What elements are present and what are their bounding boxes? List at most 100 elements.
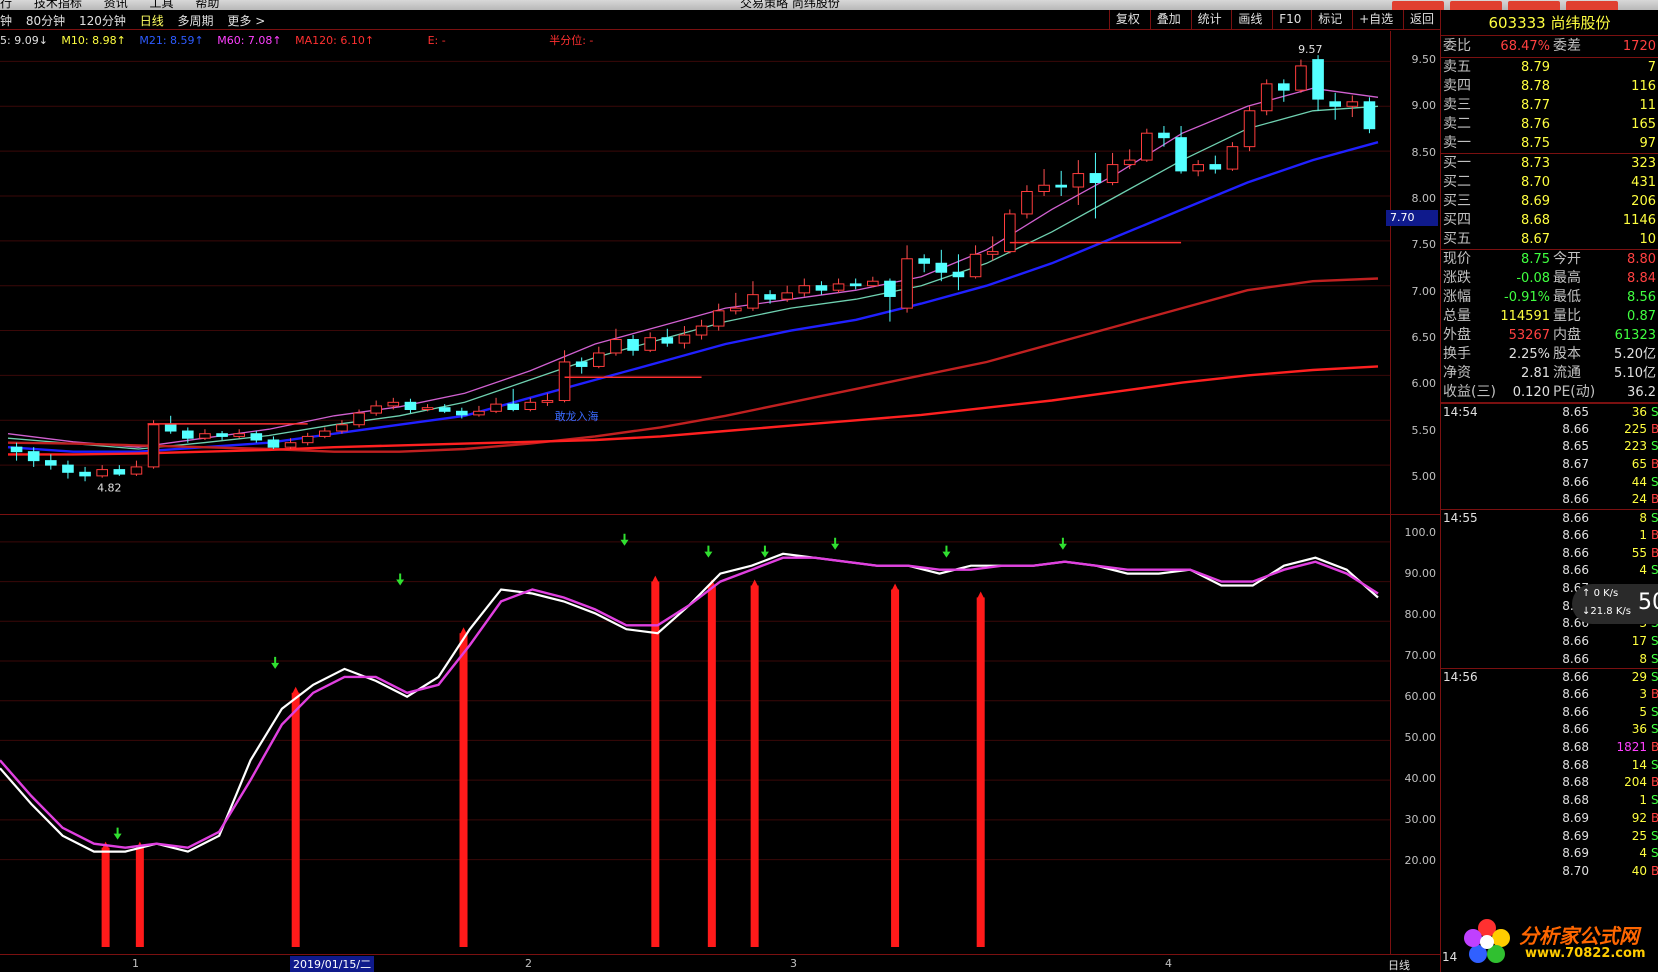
tick-volume: 5 bbox=[1639, 704, 1647, 719]
tab-80min[interactable]: 80分钟 bbox=[26, 14, 65, 28]
tick-side: S bbox=[1651, 704, 1658, 719]
tick-volume: 3 bbox=[1639, 687, 1647, 701]
overlay-button[interactable]: 叠加 bbox=[1149, 10, 1187, 30]
tick-row: 8.66 44 S bbox=[1441, 474, 1658, 492]
tick-time: 14:54 bbox=[1443, 405, 1478, 419]
tick-price: 8.68 bbox=[1562, 740, 1589, 755]
tab-more[interactable]: 更多 > bbox=[227, 14, 265, 28]
sell-level-label: 卖一 bbox=[1443, 135, 1471, 151]
tick-volume: 1 bbox=[1639, 527, 1647, 542]
candle-body bbox=[918, 258, 930, 264]
candle-body bbox=[490, 403, 502, 412]
stat-row: 总量 114591 量比 0.87 bbox=[1441, 307, 1658, 326]
tick-volume: 24 bbox=[1631, 492, 1647, 507]
mark-button[interactable]: 标记 bbox=[1311, 10, 1348, 30]
indicator-chart[interactable] bbox=[0, 514, 1440, 949]
network-speed-widget[interactable]: ↑ 0 K/s ↓21.8 K/s 50 bbox=[1572, 584, 1658, 624]
green-arrow-icon bbox=[831, 537, 840, 550]
menu-item[interactable]: 工具 bbox=[150, 0, 174, 10]
candle-body bbox=[27, 451, 40, 462]
stat-row-label2: 内盘 bbox=[1553, 327, 1581, 343]
tick-price: 8.69 bbox=[1562, 846, 1589, 861]
buy-level-value: 8.73 bbox=[1521, 156, 1550, 171]
candle-body bbox=[1363, 101, 1376, 130]
tick-volume: 65 bbox=[1631, 457, 1647, 472]
tick-side: B bbox=[1651, 545, 1658, 563]
zone-label: 敢龙入海 bbox=[555, 409, 599, 423]
candle-body bbox=[1243, 110, 1256, 148]
candle-body bbox=[781, 292, 793, 300]
menu-item[interactable]: 资讯 bbox=[104, 0, 128, 10]
draw-line-button[interactable]: 画线 bbox=[1231, 10, 1268, 30]
tick-volume: 36 bbox=[1631, 405, 1647, 419]
sell-level: 卖五 8.79 7 bbox=[1441, 58, 1658, 77]
sell-level-value: 8.76 bbox=[1521, 117, 1550, 132]
watermark-name: 分析家公式网 bbox=[1519, 924, 1639, 948]
tab-multi-period[interactable]: 多周期 bbox=[178, 14, 214, 28]
tick-row: 8.66 3B bbox=[1441, 686, 1658, 704]
green-arrow-icon bbox=[704, 545, 713, 558]
restore-rights-button[interactable]: 复权 bbox=[1108, 10, 1146, 30]
sell-level-value: 8.75 bbox=[1521, 136, 1550, 151]
stat-row-value2: 36.2 bbox=[1627, 385, 1656, 400]
ma5-label: 5: 9.09↓ bbox=[0, 34, 48, 47]
tick-side: S bbox=[1651, 439, 1658, 454]
statistics-button[interactable]: 统计 bbox=[1190, 10, 1228, 30]
candle-body bbox=[1123, 159, 1136, 166]
price-chart[interactable]: 9.57 4.82 敢龙入海 bbox=[0, 31, 1440, 520]
back-button[interactable]: 返回 bbox=[1402, 10, 1440, 30]
candle-body bbox=[267, 439, 280, 448]
candle-body bbox=[1260, 83, 1273, 112]
stat-row-label: 现价 bbox=[1443, 251, 1471, 267]
upload-speed: ↑ 0 K/s bbox=[1582, 588, 1619, 599]
signal-bar-arrow bbox=[891, 583, 900, 592]
indicator-tick: 70.00 bbox=[1404, 649, 1437, 662]
buy-level-value: 8.70 bbox=[1521, 175, 1550, 190]
indicator-tick: 40.00 bbox=[1404, 772, 1437, 785]
candle-body bbox=[661, 337, 674, 344]
tick-list[interactable]: 14:54 8.65 36 S 8.66 225 B 8.65 223 S 8.67 65 B 8.66 4… bbox=[1441, 402, 1658, 881]
candle-body bbox=[849, 283, 862, 287]
tab-period[interactable]: 钟 bbox=[0, 14, 12, 28]
menu-item[interactable]: 技术指标 bbox=[34, 0, 82, 10]
signal-bar-arrow bbox=[651, 575, 660, 584]
green-arrow-icon bbox=[760, 545, 769, 558]
tick-volume: 36 bbox=[1631, 722, 1647, 737]
ma-line bbox=[7, 87, 1379, 448]
buy-level-value: 8.69 bbox=[1521, 194, 1550, 209]
tick-side: B bbox=[1651, 491, 1658, 509]
price-tick: 8.00 bbox=[1411, 192, 1437, 205]
price-tick: 9.50 bbox=[1411, 53, 1437, 66]
menu-item[interactable]: 行 bbox=[0, 0, 12, 10]
tick-side: S bbox=[1651, 670, 1658, 685]
tick-row: 8.69 25 S bbox=[1441, 828, 1658, 846]
candle-body bbox=[10, 446, 23, 453]
watermark-url: www.70822.com bbox=[1525, 946, 1646, 961]
candle-body bbox=[456, 410, 468, 416]
tab-daily[interactable]: 日线 bbox=[140, 14, 164, 28]
tick-time: 14:55 bbox=[1443, 511, 1478, 526]
sell-level: 卖四 8.78 116 bbox=[1441, 77, 1658, 96]
top-red-button[interactable] bbox=[1508, 1, 1560, 10]
tick-price: 8.67 bbox=[1562, 457, 1589, 472]
period-label: 日线 bbox=[1388, 959, 1410, 972]
stat-row: 涨幅 -0.91% 最低 8.56 bbox=[1441, 288, 1658, 307]
signal-bar bbox=[976, 597, 985, 947]
green-arrow-icon bbox=[113, 827, 122, 840]
top-red-button[interactable] bbox=[1566, 1, 1618, 10]
top-red-button[interactable] bbox=[1450, 1, 1502, 10]
weicha-label: 委差 bbox=[1553, 38, 1581, 54]
add-watchlist-button[interactable]: +自选 bbox=[1352, 10, 1399, 30]
candle-body bbox=[507, 403, 519, 410]
f10-button[interactable]: F10 bbox=[1272, 10, 1307, 30]
buy-level: 买二 8.70 431 bbox=[1441, 173, 1658, 192]
stat-row-label2: 今开 bbox=[1553, 251, 1581, 267]
menu-item[interactable]: 帮助 bbox=[195, 0, 219, 10]
tab-120min[interactable]: 120分钟 bbox=[79, 14, 126, 28]
candle-body bbox=[79, 471, 91, 477]
tick-volume: 1 bbox=[1639, 793, 1647, 808]
top-red-button[interactable] bbox=[1392, 1, 1444, 10]
sell-level-label: 卖二 bbox=[1443, 116, 1471, 132]
buy-level-value: 8.67 bbox=[1521, 232, 1550, 247]
indicator-magenta-line bbox=[0, 556, 1379, 849]
